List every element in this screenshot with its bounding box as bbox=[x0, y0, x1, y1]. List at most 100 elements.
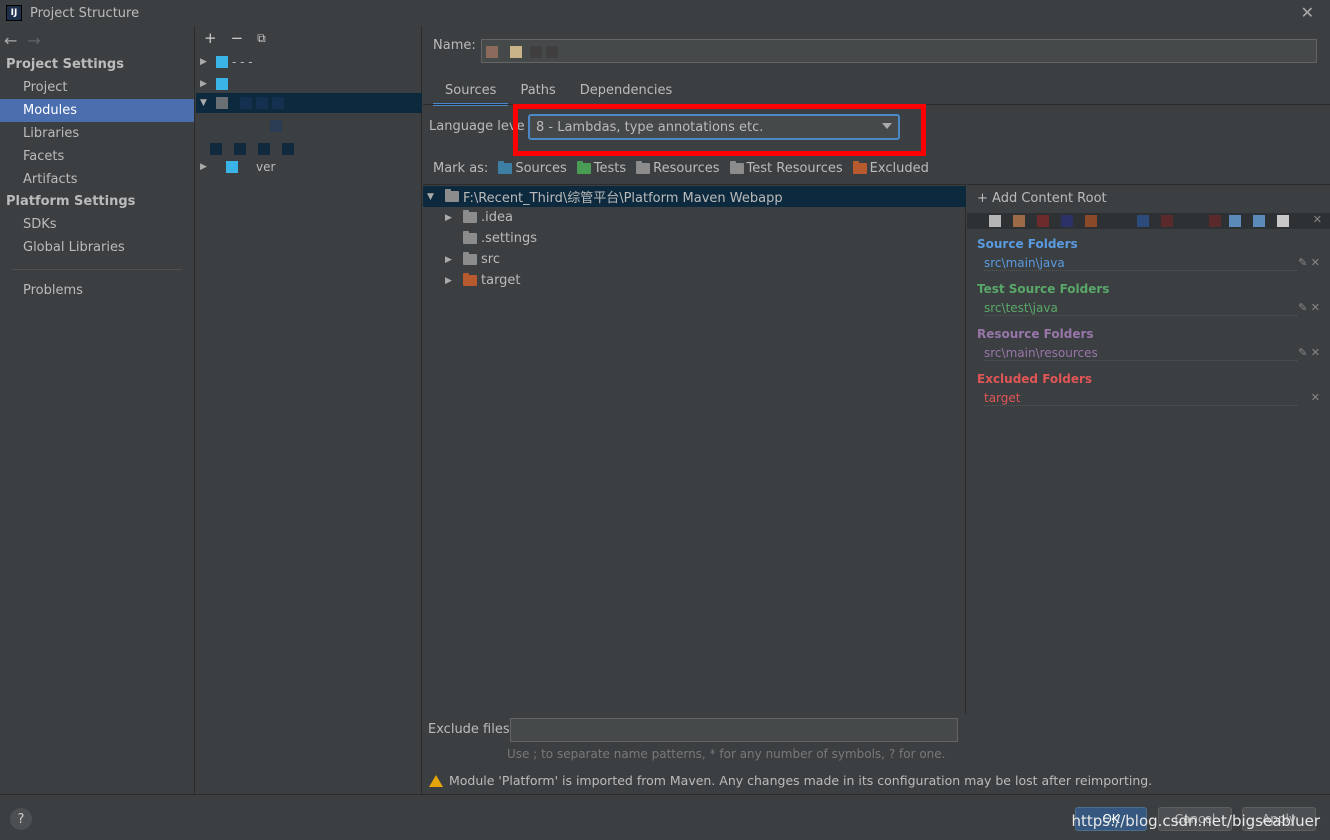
test-source-folder-item[interactable]: src\test\java bbox=[984, 301, 1297, 316]
redacted-block bbox=[486, 46, 498, 58]
expand-arrow-icon[interactable]: ▶ bbox=[200, 57, 212, 67]
sidebar-item-global-libraries[interactable]: Global Libraries bbox=[0, 236, 194, 259]
excluded-folder-item[interactable]: target bbox=[984, 391, 1297, 406]
mark-resources-label: Resources bbox=[653, 161, 720, 176]
mark-test-resources-button[interactable]: Test Resources bbox=[729, 161, 843, 176]
tree-row-src[interactable]: ▶ src bbox=[423, 249, 966, 270]
sidebar-item-sdks[interactable]: SDKs bbox=[0, 213, 194, 236]
forward-arrow-icon[interactable]: → bbox=[27, 31, 40, 50]
source-folders-title: Source Folders bbox=[977, 237, 1078, 251]
back-arrow-icon[interactable]: ← bbox=[4, 31, 17, 50]
expand-arrow-icon[interactable]: ▶ bbox=[200, 79, 212, 89]
module-row[interactable]: ▶ bbox=[196, 74, 422, 94]
expand-arrow-icon[interactable]: ▶ bbox=[445, 213, 455, 223]
excluded-folders-title: Excluded Folders bbox=[977, 372, 1093, 386]
resources-folder-icon bbox=[636, 161, 651, 174]
remove-icon[interactable]: ✕ bbox=[1311, 391, 1320, 404]
sidebar-item-libraries[interactable]: Libraries bbox=[0, 122, 194, 145]
mark-excluded-button[interactable]: Excluded bbox=[852, 161, 929, 176]
redacted-block bbox=[1229, 215, 1241, 227]
resource-folder-item[interactable]: src\main\resources bbox=[984, 346, 1297, 361]
tab-sources[interactable]: Sources bbox=[433, 80, 509, 106]
sidebar-divider bbox=[12, 269, 182, 270]
collapse-arrow-icon[interactable]: ▼ bbox=[427, 192, 437, 202]
tab-dependencies[interactable]: Dependencies bbox=[568, 80, 685, 106]
folder-icon bbox=[463, 231, 477, 244]
redacted-block bbox=[1037, 215, 1049, 227]
module-icon bbox=[216, 78, 228, 90]
add-module-icon[interactable]: + bbox=[204, 29, 217, 47]
mark-sources-button[interactable]: Sources bbox=[498, 161, 567, 176]
sidebar-item-problems[interactable]: Problems bbox=[0, 279, 194, 302]
copy-module-icon[interactable]: ⧉ bbox=[257, 31, 266, 46]
module-child-row[interactable] bbox=[196, 116, 422, 136]
close-icon[interactable]: ✕ bbox=[1301, 3, 1314, 22]
mark-tests-button[interactable]: Tests bbox=[576, 161, 626, 176]
tab-paths[interactable]: Paths bbox=[508, 80, 567, 106]
tree-root-path: F:\Recent_Third\综管平台\Platform Maven Weba… bbox=[463, 191, 783, 206]
exclude-files-input[interactable] bbox=[510, 718, 958, 742]
history-nav: ← → bbox=[0, 26, 194, 54]
add-content-root-label: Add Content Root bbox=[992, 191, 1107, 206]
collapse-arrow-icon[interactable]: ▼ bbox=[200, 98, 212, 108]
tree-row-settings[interactable]: .settings bbox=[423, 228, 966, 249]
intellij-app-icon: IJ bbox=[6, 5, 22, 21]
redacted-block bbox=[210, 143, 222, 155]
warning-text: Module 'Platform' is imported from Maven… bbox=[449, 773, 1153, 788]
redacted-block bbox=[1253, 215, 1265, 227]
dialog-footer: ? OK Cancel Apply https://blog.csdn.net/… bbox=[0, 794, 1330, 840]
edit-remove-icon[interactable]: ✎ ✕ bbox=[1298, 346, 1320, 359]
sidebar-item-modules[interactable]: Modules bbox=[0, 99, 194, 122]
warning-icon bbox=[429, 774, 443, 787]
language-level-value: 8 - Lambdas, type annotations etc. bbox=[536, 119, 764, 135]
redacted-block bbox=[1061, 215, 1073, 227]
redacted-block bbox=[240, 97, 252, 109]
sidebar-item-facets[interactable]: Facets bbox=[0, 145, 194, 168]
add-content-root-button[interactable]: + Add Content Root bbox=[977, 191, 1107, 206]
source-folder-item[interactable]: src\main\java bbox=[984, 256, 1297, 271]
name-row: Name: bbox=[433, 38, 477, 53]
expand-arrow-icon[interactable]: ▶ bbox=[445, 255, 455, 265]
help-button[interactable]: ? bbox=[10, 808, 32, 830]
module-child-row[interactable] bbox=[196, 139, 422, 159]
remove-module-icon[interactable]: − bbox=[231, 29, 244, 47]
exclude-files-hint: Use ; to separate name patterns, * for a… bbox=[507, 747, 946, 761]
plus-icon: + bbox=[977, 191, 988, 206]
redacted-block bbox=[258, 143, 270, 155]
name-label: Name: bbox=[433, 38, 476, 53]
settings-sidebar: ← → Project Settings Project Modules Lib… bbox=[0, 26, 195, 794]
module-row[interactable]: ▶ ver bbox=[196, 157, 422, 177]
test-source-folders-title: Test Source Folders bbox=[977, 282, 1110, 296]
expand-arrow-icon[interactable]: ▶ bbox=[445, 276, 455, 286]
maven-warning: Module 'Platform' is imported from Maven… bbox=[429, 773, 1152, 788]
module-name: ver bbox=[256, 160, 276, 174]
edit-remove-icon[interactable]: ✎ ✕ bbox=[1298, 256, 1320, 269]
content-root-path-bar bbox=[967, 213, 1330, 229]
tree-row-target[interactable]: ▶ target bbox=[423, 270, 966, 291]
expand-arrow-icon[interactable]: ▶ bbox=[200, 162, 212, 172]
chevron-down-icon[interactable] bbox=[882, 123, 892, 129]
tree-root-row[interactable]: ▼ F:\Recent_Third\综管平台\Platform Maven We… bbox=[423, 186, 966, 207]
redacted-block bbox=[1137, 215, 1149, 227]
module-row-selected[interactable]: ▼ bbox=[196, 93, 422, 113]
sidebar-item-artifacts[interactable]: Artifacts bbox=[0, 168, 194, 191]
mark-resources-button[interactable]: Resources bbox=[636, 161, 720, 176]
module-icon bbox=[216, 97, 228, 109]
excluded-folder-icon bbox=[852, 161, 867, 174]
redacted-block bbox=[546, 46, 558, 58]
remove-root-icon[interactable]: ✕ bbox=[1313, 213, 1322, 226]
tests-folder-icon bbox=[576, 161, 591, 174]
edit-remove-icon[interactable]: ✎ ✕ bbox=[1298, 301, 1320, 314]
test-resources-folder-icon bbox=[729, 161, 744, 174]
content-root-tree: ▼ F:\Recent_Third\综管平台\Platform Maven We… bbox=[423, 184, 966, 714]
watermark-text: https://blog.csdn.net/bigseabluer bbox=[1071, 812, 1321, 830]
tree-item-label: src bbox=[481, 252, 500, 267]
tree-item-label: .settings bbox=[481, 231, 537, 246]
redacted-block bbox=[272, 97, 284, 109]
redacted-block bbox=[282, 143, 294, 155]
module-row[interactable]: ▶ - - - bbox=[196, 52, 422, 72]
tree-row-idea[interactable]: ▶ .idea bbox=[423, 207, 966, 228]
module-name-input[interactable] bbox=[481, 39, 1317, 63]
sidebar-item-project[interactable]: Project bbox=[0, 76, 194, 99]
language-level-select[interactable]: 8 - Lambdas, type annotations etc. bbox=[528, 114, 900, 140]
